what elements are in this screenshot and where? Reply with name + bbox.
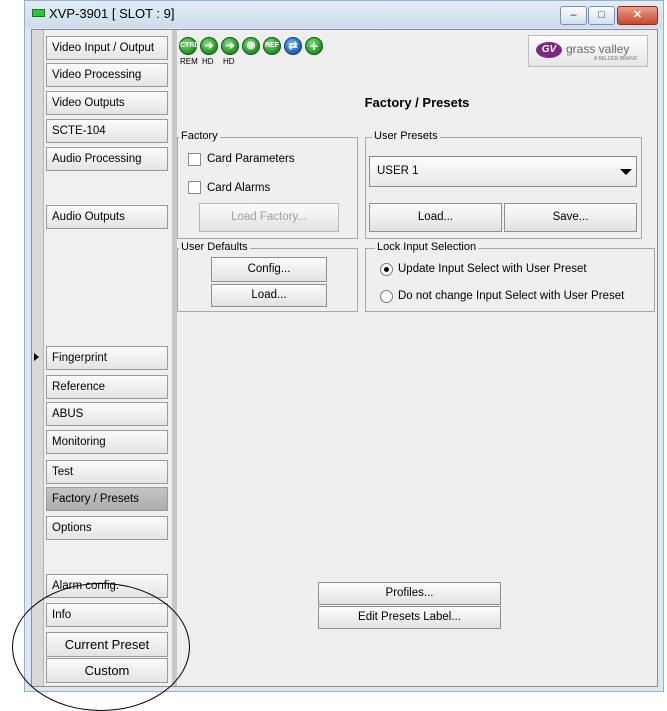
sidebar-item-abus[interactable]: ABUS (46, 402, 168, 426)
hd-label: HD (202, 57, 214, 66)
sidebar-item-alarm-config[interactable]: Alarm config. (46, 574, 168, 598)
sidebar-item-fingerprint[interactable]: Fingerprint (46, 346, 168, 370)
sidebar-item-test[interactable]: Test (46, 460, 168, 484)
rem-label: REM (180, 57, 198, 66)
close-button[interactable]: ✕ (617, 6, 658, 25)
current-preset-value: Custom (46, 658, 168, 683)
lock-input-group (365, 248, 655, 312)
preset-save-button[interactable]: Save... (504, 203, 637, 232)
profiles-button[interactable]: Profiles... (318, 582, 501, 605)
sync-arrow-icon[interactable]: ⇄ (284, 37, 302, 55)
sidebar-item-audio-outputs[interactable]: Audio Outputs (46, 205, 168, 229)
audio-icon[interactable]: ◉ (242, 37, 260, 55)
sidebar-item-info[interactable]: Info (46, 603, 168, 627)
defaults-load-button[interactable]: Load... (211, 284, 327, 307)
sidebar-item-video-processing[interactable]: Video Processing (46, 63, 168, 87)
window-title: XVP-3901 [ SLOT : 9] (49, 6, 175, 21)
maximize-button[interactable]: □ (588, 6, 615, 25)
preset-load-button[interactable]: Load... (369, 203, 502, 232)
gv-mark-icon: GV (536, 42, 562, 58)
current-preset-label: Current Preset (46, 632, 168, 657)
update-input-label: Update Input Select with User Preset (398, 263, 587, 275)
no-change-input-label: Do not change Input Select with User Pre… (398, 290, 625, 302)
sidebar-item-reference[interactable]: Reference (46, 375, 168, 399)
defaults-config-button[interactable]: Config... (211, 257, 327, 282)
minimize-button[interactable]: – (560, 6, 587, 25)
hd-arrow-icon[interactable]: ➔ (221, 37, 239, 55)
ctrl-icon[interactable]: CTRL (179, 37, 199, 55)
lock-input-group-title: Lock Input Selection (375, 241, 479, 253)
hd-arrow-icon[interactable]: ➔ (200, 37, 218, 55)
update-input-radio[interactable] (380, 263, 393, 276)
ref-icon[interactable]: REF (263, 37, 281, 55)
user-preset-value: USER 1 (377, 165, 419, 177)
sidebar-item-audio-processing[interactable]: Audio Processing (46, 147, 168, 171)
sidebar-item-options[interactable]: Options (46, 516, 168, 540)
card-parameters-label: Card Parameters (207, 153, 295, 165)
sidebar-item-factory-presets[interactable]: Factory / Presets (46, 487, 168, 511)
page-title: Factory / Presets (364, 95, 470, 110)
sidebar-item-video-outputs[interactable]: Video Outputs (46, 91, 168, 115)
plus-icon[interactable]: + (305, 37, 323, 55)
app-icon (32, 9, 45, 17)
load-factory-button[interactable]: Load Factory... (199, 203, 339, 232)
hd-label: HD (223, 57, 235, 66)
logo-subtext: A BELDEN BRAND (594, 56, 638, 62)
expand-caret-icon[interactable] (34, 353, 39, 361)
sidebar-item-monitoring[interactable]: Monitoring (46, 430, 168, 454)
card-parameters-checkbox[interactable] (188, 153, 201, 166)
dropdown-arrow-icon (620, 169, 632, 175)
user-presets-group-title: User Presets (372, 130, 440, 142)
edit-presets-label-button[interactable]: Edit Presets Label... (318, 606, 501, 629)
factory-group-title: Factory (179, 130, 220, 142)
user-defaults-group-title: User Defaults (179, 241, 250, 253)
sidebar-item-video-input-output[interactable]: Video Input / Output (46, 36, 168, 60)
card-alarms-checkbox[interactable] (188, 181, 201, 194)
no-change-input-radio[interactable] (380, 290, 393, 303)
card-alarms-label: Card Alarms (207, 182, 271, 194)
sidebar-item-scte-104[interactable]: SCTE-104 (46, 119, 168, 143)
logo-text: grass valley (566, 42, 630, 56)
